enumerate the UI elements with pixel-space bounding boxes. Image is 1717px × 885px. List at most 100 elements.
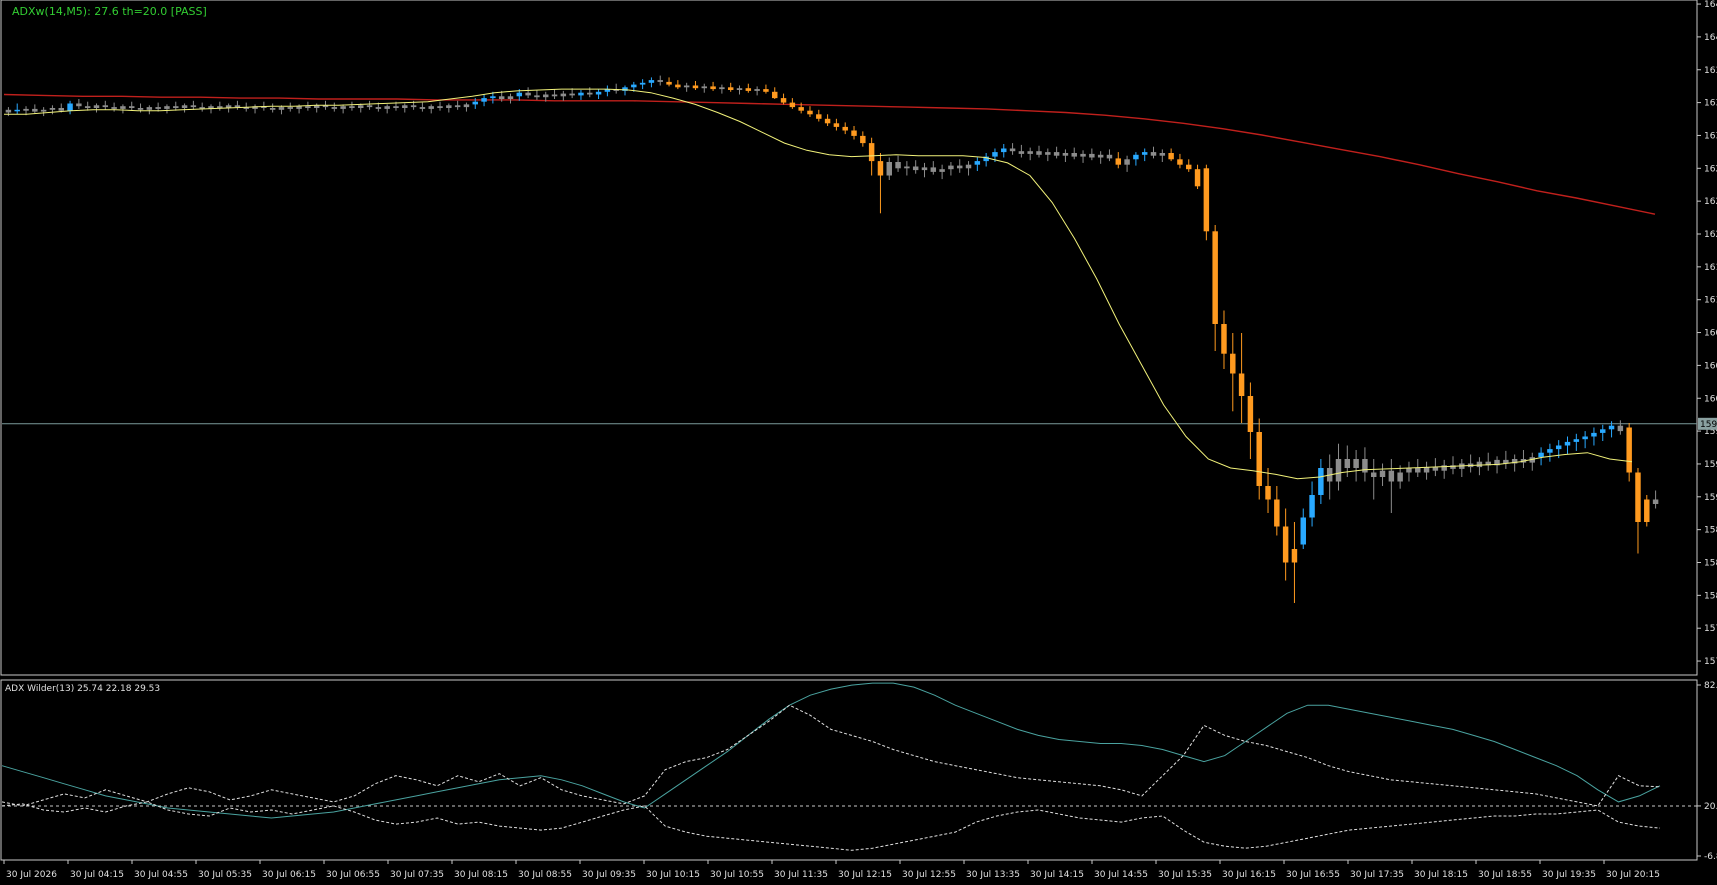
- candle-body: [490, 96, 496, 99]
- candle-body: [1256, 432, 1262, 486]
- candle-body: [1115, 158, 1122, 165]
- candle-body: [992, 152, 998, 157]
- candle-body: [525, 92, 531, 96]
- price-axis-label: 157.670: [1704, 624, 1717, 634]
- current-price-label: 159.941: [1700, 420, 1717, 430]
- candle-body: [631, 84, 637, 88]
- candle-body: [155, 107, 161, 109]
- time-axis-label: 30 Jul 16:15: [1222, 870, 1276, 880]
- candle-body: [904, 166, 910, 169]
- candle-body: [692, 85, 699, 89]
- main-indicator-title: ADXw(14,M5): 27.6 th=20.0 [PASS]: [12, 5, 207, 18]
- adx-axis-label: 82.53: [1704, 681, 1717, 691]
- candle-body: [683, 85, 690, 88]
- candle-body: [1212, 231, 1218, 324]
- candle-body: [666, 81, 672, 85]
- candle-body: [842, 126, 848, 131]
- time-axis-label: 30 Jul 07:35: [390, 870, 444, 880]
- candle-body: [1036, 151, 1042, 155]
- price-axis-label: 158.400: [1704, 559, 1717, 569]
- candle-body: [1617, 425, 1624, 432]
- candle-body: [1089, 153, 1095, 158]
- candle-body: [269, 108, 276, 110]
- candle-body: [587, 92, 593, 95]
- chart-stage: 164.605 164.240 163.875 163.510 163.145 162.7…: [0, 0, 1717, 885]
- candle-body: [1626, 427, 1632, 473]
- candle-body: [1221, 324, 1227, 354]
- candle-body: [84, 106, 91, 108]
- candle-body: [578, 92, 584, 96]
- candle-body: [498, 96, 505, 99]
- candle-body: [1608, 425, 1615, 430]
- time-axis-label: 30 Jul 2026: [6, 870, 57, 880]
- candle-body: [912, 166, 919, 171]
- candle-body: [1177, 159, 1183, 165]
- candle-body: [1582, 436, 1588, 440]
- candle-body: [772, 91, 778, 99]
- price-axis-label: 161.320: [1704, 296, 1717, 306]
- candle-body: [1168, 153, 1174, 160]
- candle-body: [1018, 151, 1025, 154]
- candle-body: [137, 108, 144, 110]
- candle-body: [393, 106, 399, 108]
- candle-body: [780, 98, 787, 103]
- candle-body: [76, 103, 82, 107]
- price-axis-label: 162.050: [1704, 230, 1717, 240]
- candle-body: [419, 107, 426, 109]
- candle-body: [146, 107, 153, 110]
- candle-body: [1362, 459, 1368, 473]
- candle-body: [956, 165, 963, 169]
- candle-body: [639, 82, 646, 85]
- time-axis-label: 30 Jul 04:15: [70, 870, 124, 880]
- candle-body: [1644, 499, 1650, 522]
- candle-body: [1159, 153, 1166, 156]
- time-axis-label: 30 Jul 08:15: [454, 870, 508, 880]
- candle-body: [410, 105, 417, 108]
- candle-body: [164, 106, 170, 109]
- candle-body: [1080, 153, 1086, 157]
- adx-axis-label: 20.00: [1704, 802, 1717, 812]
- candle-body: [1309, 495, 1315, 518]
- candle-body: [463, 104, 470, 108]
- candle-body: [798, 107, 804, 111]
- candle-body: [58, 108, 64, 111]
- candle-body: [349, 106, 355, 108]
- candle-body: [1555, 445, 1562, 450]
- candle-body: [886, 162, 892, 176]
- candle-body: [1573, 439, 1580, 442]
- candle-body: [1388, 470, 1395, 482]
- candle-body: [1397, 472, 1403, 482]
- time-axis-label: 30 Jul 04:55: [134, 870, 188, 880]
- candle-body: [921, 167, 928, 171]
- candle-body: [1203, 168, 1210, 232]
- time-axis-label: 30 Jul 06:55: [326, 870, 380, 880]
- candle-body: [1045, 152, 1051, 155]
- price-axis-label: 163.875: [1704, 66, 1717, 76]
- candle-body: [569, 93, 575, 96]
- candle-body: [1009, 148, 1016, 152]
- time-axis-label: 30 Jul 14:15: [1030, 870, 1084, 880]
- candle-body: [1274, 499, 1280, 527]
- candle-body: [868, 143, 875, 162]
- price-axis-label: 160.225: [1704, 394, 1717, 404]
- candle-body: [428, 106, 434, 109]
- time-axis-label: 30 Jul 20:15: [1606, 870, 1660, 880]
- candle-body: [1318, 468, 1324, 495]
- candle-body: [1600, 429, 1606, 433]
- candle-body: [181, 105, 188, 108]
- candle-body: [1247, 396, 1254, 432]
- candle-body: [1415, 468, 1421, 473]
- candle-body: [719, 87, 725, 90]
- candle-body: [1097, 154, 1104, 158]
- time-axis-label: 30 Jul 10:15: [646, 870, 700, 880]
- candle-body: [1291, 549, 1298, 563]
- candle-body: [648, 80, 655, 83]
- time-axis-label: 30 Jul 08:55: [518, 870, 572, 880]
- candle-body: [5, 109, 12, 113]
- candle-body: [542, 94, 549, 98]
- candle-body: [1379, 470, 1386, 477]
- time-axis-label: 30 Jul 12:55: [902, 870, 956, 880]
- candle-body: [763, 89, 769, 92]
- time-axis-label: 30 Jul 16:55: [1286, 870, 1340, 880]
- price-axis-label: 159.495: [1704, 460, 1717, 470]
